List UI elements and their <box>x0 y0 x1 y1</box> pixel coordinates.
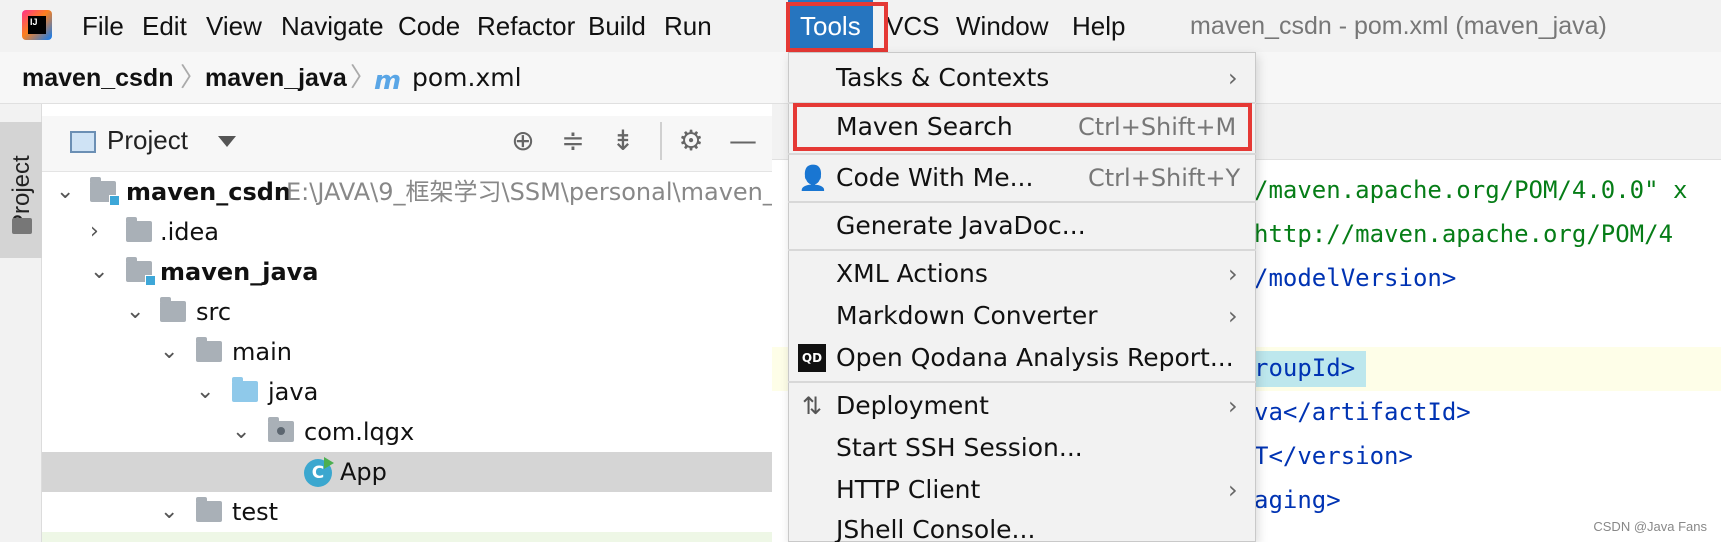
chevron-down-icon[interactable]: ⌄ <box>196 372 214 412</box>
chevron-right-icon: › <box>1228 476 1238 504</box>
folder-icon <box>12 218 32 234</box>
menu-edit[interactable]: Edit <box>138 0 191 52</box>
menu-vcs[interactable]: VCS <box>882 0 943 52</box>
code-line[interactable]: /maven.apache.org/POM/4.0.0" x <box>1254 176 1687 204</box>
code-line[interactable]: /modelVersion> <box>1254 264 1456 292</box>
code-line[interactable]: roupId> <box>1254 354 1355 382</box>
code-line[interactable]: va</artifactId> <box>1254 398 1471 426</box>
folder-icon <box>160 297 186 322</box>
menu-refactor[interactable]: Refactor <box>473 0 579 52</box>
menu-separator <box>788 153 1256 155</box>
toolbar-divider <box>660 122 662 160</box>
tree-row-maven-java[interactable]: ⌄ maven_java <box>42 252 772 292</box>
chevron-down-icon[interactable]: ⌄ <box>126 292 144 332</box>
chevron-down-icon[interactable]: ⌄ <box>160 492 178 532</box>
window-title: maven_csdn - pom.xml (maven_java) <box>1190 12 1607 40</box>
chevron-right-icon: › <box>1228 302 1238 330</box>
tree-path: E:\JAVA\9_框架学习\SSM\personal\maven_ <box>286 178 775 206</box>
breadcrumb-module[interactable]: maven_java <box>205 52 347 104</box>
minimize-icon[interactable]: — <box>726 124 760 158</box>
chevron-right-icon[interactable]: › <box>90 212 99 252</box>
folder-icon <box>126 217 152 242</box>
tree-row-root[interactable]: ⌄ maven_csdn E:\JAVA\9_框架学习\SSM\personal… <box>42 172 775 212</box>
folder-icon <box>196 337 222 362</box>
menu-code[interactable]: Code <box>394 0 464 52</box>
menu-item-label: JShell Console... <box>836 515 1036 542</box>
project-panel-title[interactable]: Project <box>107 125 188 156</box>
code-with-me-icon: 👤 <box>798 164 828 192</box>
java-class-icon: C <box>304 457 334 487</box>
breadcrumb-separator-icon: 〉 <box>180 62 207 92</box>
tree-row-app[interactable]: C App <box>42 452 772 492</box>
breadcrumb-separator-icon: 〉 <box>350 62 377 92</box>
menu-item-label: Tasks & Contexts <box>836 63 1050 92</box>
tree-row-idea[interactable]: › .idea <box>42 212 772 252</box>
chevron-down-icon[interactable]: ⌄ <box>232 412 250 452</box>
tree-row-main[interactable]: ⌄ main <box>42 332 772 372</box>
menu-run[interactable]: Run <box>660 0 716 52</box>
maven-file-icon: m <box>374 66 402 96</box>
breadcrumb-project[interactable]: maven_csdn <box>22 52 173 104</box>
menu-separator <box>788 381 1256 383</box>
tree-row-src[interactable]: ⌄ src <box>42 292 772 332</box>
folder-icon <box>196 497 222 522</box>
expand-all-icon[interactable]: ≑ <box>556 124 590 158</box>
menu-item-label: Markdown Converter <box>836 301 1098 330</box>
menu-item-label: Code With Me... <box>836 163 1034 192</box>
menu-item-label: XML Actions <box>836 259 988 288</box>
tree-label: maven_java <box>160 258 319 286</box>
collapse-all-icon[interactable]: ⇟ <box>606 124 640 158</box>
menu-item-shortcut: Ctrl+Shift+Y <box>1088 164 1241 192</box>
tree-label: test <box>232 498 279 526</box>
menu-build[interactable]: Build <box>584 0 650 52</box>
menu-window[interactable]: Window <box>952 0 1052 52</box>
menu-separator <box>788 201 1256 203</box>
menu-separator <box>788 249 1256 251</box>
tree-label: App <box>340 458 387 486</box>
breadcrumb-file[interactable]: pom.xml <box>412 52 522 104</box>
chevron-down-icon[interactable] <box>218 136 236 147</box>
tools-annotation-box <box>786 2 888 52</box>
module-folder-icon <box>126 257 156 286</box>
chevron-right-icon: › <box>1228 260 1238 288</box>
project-view-icon <box>70 131 96 153</box>
maven-search-annotation-box <box>793 103 1252 151</box>
tree-label: .idea <box>160 218 220 246</box>
intellij-logo-icon: IJ <box>22 10 52 40</box>
code-line[interactable]: http://maven.apache.org/POM/4 <box>1254 220 1673 248</box>
menu-item-label: Deployment <box>836 391 989 420</box>
tree-label: com.lqgx <box>304 418 415 446</box>
chevron-right-icon: › <box>1228 64 1238 92</box>
module-folder-icon <box>90 177 120 206</box>
code-line[interactable]: T</version> <box>1254 442 1413 470</box>
qodana-icon: QD <box>798 344 826 372</box>
chevron-down-icon[interactable]: ⌄ <box>160 332 178 372</box>
menu-item-label: Start SSH Session... <box>836 433 1083 462</box>
deployment-icon: ⇅ <box>801 392 823 420</box>
watermark: CSDN @Java Fans <box>1593 519 1707 534</box>
tree-row-test[interactable]: ⌄ test <box>42 492 772 532</box>
menu-view[interactable]: View <box>202 0 266 52</box>
chevron-down-icon[interactable]: ⌄ <box>56 172 74 212</box>
code-line[interactable]: aging> <box>1254 486 1341 514</box>
tree-row-package[interactable]: ⌄ com.lqgx <box>42 412 772 452</box>
chevron-down-icon[interactable]: ⌄ <box>90 252 108 292</box>
tree-label: java <box>268 378 319 406</box>
tree-row-java[interactable]: ⌄ java <box>42 372 772 412</box>
tree-row-partial <box>42 532 772 542</box>
chevron-right-icon: › <box>1228 392 1238 420</box>
menu-item-label: Generate JavaDoc... <box>836 211 1086 240</box>
menu-help[interactable]: Help <box>1068 0 1129 52</box>
menu-file[interactable]: File <box>78 0 128 52</box>
menu-navigate[interactable]: Navigate <box>277 0 388 52</box>
tree-label: maven_csdn <box>126 178 291 206</box>
tree-label: src <box>196 298 232 326</box>
package-icon <box>268 417 294 442</box>
tree-label: main <box>232 338 292 366</box>
menu-item-label: HTTP Client <box>836 475 981 504</box>
gear-icon[interactable]: ⚙ <box>674 124 708 158</box>
source-folder-icon <box>232 377 258 402</box>
locate-icon[interactable]: ⊕ <box>506 124 540 158</box>
menu-item-label: Open Qodana Analysis Report... <box>836 343 1234 372</box>
